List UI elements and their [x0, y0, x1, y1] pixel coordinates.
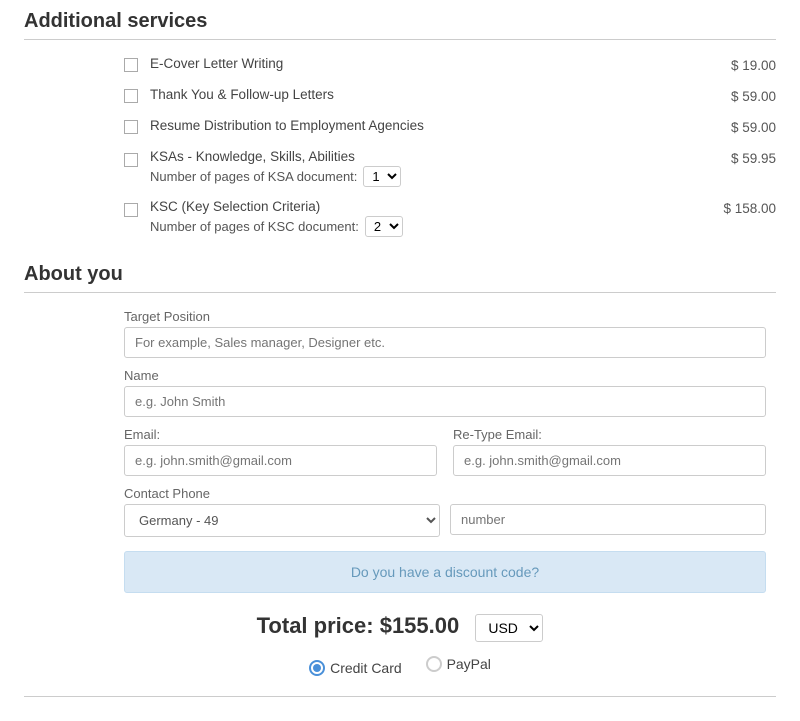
distribution-checkbox[interactable]	[124, 120, 138, 134]
list-item: Resume Distribution to Employment Agenci…	[124, 118, 776, 137]
name-input[interactable]	[124, 386, 766, 417]
retype-email-group: Re-Type Email:	[453, 427, 766, 476]
email-group: Email:	[124, 427, 437, 476]
services-list: E-Cover Letter Writing $ 19.00 Thank You…	[124, 56, 776, 237]
target-position-group: Target Position	[124, 309, 766, 358]
paypal-option[interactable]: PayPal	[426, 656, 491, 672]
ksas-label: KSAs - Knowledge, Skills, Abilities Numb…	[150, 149, 676, 187]
ksc-label: KSC (Key Selection Criteria) Number of p…	[150, 199, 676, 237]
target-position-label: Target Position	[124, 309, 766, 324]
distribution-label: Resume Distribution to Employment Agenci…	[150, 118, 676, 133]
email-label: Email:	[124, 427, 437, 442]
ksc-price: $ 158.00	[696, 199, 776, 216]
currency-select[interactable]: USD EUR GBP AUD CAD	[475, 614, 543, 642]
credit-card-label: Credit Card	[330, 660, 402, 676]
list-item: KSAs - Knowledge, Skills, Abilities Numb…	[124, 149, 776, 187]
contact-phone-group: Contact Phone Germany - 49 United States…	[124, 486, 766, 537]
ksas-price: $ 59.95	[696, 149, 776, 166]
list-item: KSC (Key Selection Criteria) Number of p…	[124, 199, 776, 237]
list-item: Thank You & Follow-up Letters $ 59.00	[124, 87, 776, 106]
retype-email-label: Re-Type Email:	[453, 427, 766, 442]
credit-card-radio-inner	[313, 664, 321, 672]
total-label: Total price: $155.00	[257, 613, 466, 638]
discount-bar[interactable]: Do you have a discount code?	[124, 551, 766, 593]
about-you-section: About you Target Position Name Email:	[24, 253, 776, 593]
total-section: Total price: $155.00 USD EUR GBP AUD CAD	[24, 613, 776, 642]
thankyou-price: $ 59.00	[696, 87, 776, 104]
ecover-price: $ 19.00	[696, 56, 776, 73]
thankyou-label: Thank You & Follow-up Letters	[150, 87, 676, 102]
list-item: E-Cover Letter Writing $ 19.00	[124, 56, 776, 75]
name-group: Name	[124, 368, 766, 417]
about-you-title: About you	[24, 253, 776, 292]
phone-country-wrap: Germany - 49 United States - 1 United Ki…	[124, 504, 440, 537]
email-row: Email: Re-Type Email:	[124, 427, 766, 486]
target-position-input[interactable]	[124, 327, 766, 358]
credit-card-option[interactable]: Credit Card	[309, 660, 402, 676]
bottom-divider	[24, 696, 776, 697]
phone-number-wrap	[450, 504, 766, 537]
ksas-checkbox[interactable]	[124, 153, 138, 167]
ksc-checkbox[interactable]	[124, 203, 138, 217]
services-divider	[24, 39, 776, 40]
ksas-pages-label: Number of pages of KSA document:	[150, 169, 357, 184]
ksc-pages-label: Number of pages of KSC document:	[150, 219, 359, 234]
thankyou-checkbox[interactable]	[124, 89, 138, 103]
phone-country-select[interactable]: Germany - 49 United States - 1 United Ki…	[124, 504, 440, 537]
ksc-pages-select[interactable]: 1 2 3 4 5	[365, 216, 403, 237]
phone-number-input[interactable]	[450, 504, 766, 535]
payment-section: Credit Card PayPal	[24, 656, 776, 676]
ecover-checkbox[interactable]	[124, 58, 138, 72]
distribution-price: $ 59.00	[696, 118, 776, 135]
about-divider	[24, 292, 776, 293]
name-label: Name	[124, 368, 766, 383]
email-input[interactable]	[124, 445, 437, 476]
additional-services-title: Additional services	[24, 0, 776, 39]
ksas-pages-select[interactable]: 1 2 3 4 5	[363, 166, 401, 187]
ecover-label: E-Cover Letter Writing	[150, 56, 676, 71]
phone-row: Germany - 49 United States - 1 United Ki…	[124, 504, 766, 537]
paypal-radio-outer	[426, 656, 442, 672]
about-form: Target Position Name Email: Re-Type Emai…	[124, 309, 766, 593]
retype-email-input[interactable]	[453, 445, 766, 476]
paypal-label: PayPal	[447, 656, 491, 672]
credit-card-radio-outer	[309, 660, 325, 676]
contact-phone-label: Contact Phone	[124, 486, 766, 501]
